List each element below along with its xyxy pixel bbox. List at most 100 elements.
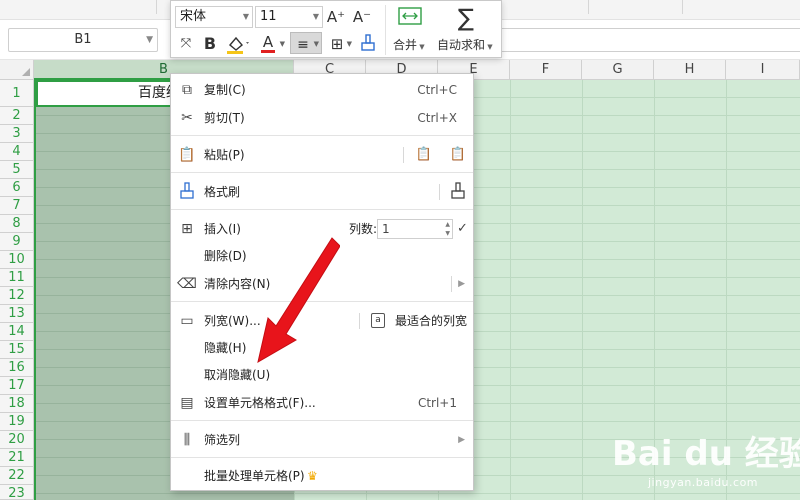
toolbar-separator bbox=[682, 0, 683, 14]
watermark-url: jingyan.baidu.com bbox=[648, 476, 759, 489]
menu-item-format-painter[interactable]: 格式刷 bbox=[171, 179, 473, 205]
brush-icon bbox=[177, 182, 197, 202]
row-header[interactable]: 19 bbox=[0, 413, 34, 431]
font-size-select[interactable]: 11 ▼ bbox=[255, 6, 323, 28]
align-center-icon: ≡ bbox=[297, 37, 309, 53]
menu-separator bbox=[451, 276, 452, 292]
font-name-value: 宋体 bbox=[180, 9, 207, 24]
row-header[interactable]: 1 bbox=[0, 80, 34, 107]
chevron-right-icon: ▶ bbox=[458, 279, 465, 289]
menu-item-column-width[interactable]: ▭ 列宽(W)... a 最适合的列宽 bbox=[171, 308, 473, 334]
bold-button[interactable]: B bbox=[199, 33, 221, 55]
row-header[interactable]: 9 bbox=[0, 233, 34, 251]
row-header[interactable]: 10 bbox=[0, 251, 34, 269]
wrap-cell-button[interactable]: ⤧ bbox=[175, 33, 197, 55]
column-header-i[interactable]: I bbox=[726, 60, 800, 80]
column-count-input[interactable]: 1 ▲ ▼ bbox=[377, 219, 453, 239]
context-menu: ⧉ 复制(C) Ctrl+C ✂ 剪切(T) Ctrl+X 📋 粘贴(P) 📋 … bbox=[170, 73, 474, 491]
row-header[interactable]: 6 bbox=[0, 179, 34, 197]
fill-color-button[interactable] bbox=[223, 33, 253, 55]
menu-item-batch-process[interactable]: 批量处理单元格(P) ♛ bbox=[171, 463, 473, 489]
menu-item-paste[interactable]: 📋 粘贴(P) 📋 📋 bbox=[171, 142, 473, 168]
row-header[interactable]: 18 bbox=[0, 395, 34, 413]
menu-separator bbox=[171, 457, 473, 458]
menu-separator bbox=[171, 172, 473, 173]
menu-item-cut[interactable]: ✂ 剪切(T) Ctrl+X bbox=[171, 105, 473, 131]
format-cells-icon: ▤ bbox=[180, 395, 194, 411]
grow-font-icon: A⁺ bbox=[326, 8, 346, 26]
row-header[interactable]: 22 bbox=[0, 467, 34, 485]
align-button[interactable]: ≡ ▼ bbox=[290, 32, 322, 54]
menu-item-label: 插入(I) bbox=[204, 222, 241, 236]
brush-icon bbox=[361, 34, 375, 51]
menu-separator bbox=[359, 313, 360, 329]
row-header[interactable]: 21 bbox=[0, 449, 34, 467]
menu-item-filter-column[interactable]: ⫼ 筛选列 ▶ bbox=[171, 427, 473, 453]
chevron-down-icon: ▼ bbox=[312, 12, 319, 21]
font-color-swatch bbox=[261, 50, 275, 53]
check-icon[interactable]: ✓ bbox=[457, 216, 468, 242]
row-header[interactable]: 15 bbox=[0, 341, 34, 359]
row-header[interactable]: 12 bbox=[0, 287, 34, 305]
chevron-down-icon: ▼ bbox=[313, 40, 319, 48]
border-button[interactable]: ⊞ ▼ bbox=[326, 33, 354, 55]
row-header[interactable]: 23 bbox=[0, 485, 34, 500]
best-fit-icon[interactable]: a bbox=[371, 313, 385, 328]
menu-item-label: 筛选列 bbox=[204, 433, 241, 447]
row-header[interactable]: 17 bbox=[0, 377, 34, 395]
brush-lock-icon[interactable] bbox=[448, 182, 468, 202]
shortcut-label: Ctrl+X bbox=[417, 111, 457, 125]
row-header[interactable]: 8 bbox=[0, 215, 34, 233]
formula-input[interactable] bbox=[500, 28, 800, 52]
row-header[interactable]: 5 bbox=[0, 161, 34, 179]
column-header-g[interactable]: G bbox=[582, 60, 654, 80]
autosum-button[interactable]: ∑ bbox=[449, 4, 483, 32]
clipboard-icon: 📋 bbox=[178, 147, 196, 163]
menu-item-label: 复制(C) bbox=[204, 83, 246, 97]
paste-values-icon[interactable]: 📋 bbox=[414, 145, 434, 165]
font-name-select[interactable]: 宋体 ▼ bbox=[175, 6, 253, 28]
chevron-down-icon: ▼ bbox=[346, 40, 352, 48]
chevron-down-icon: ▼ bbox=[242, 12, 249, 21]
row-header[interactable]: 2 bbox=[0, 107, 34, 125]
menu-item-copy[interactable]: ⧉ 复制(C) Ctrl+C bbox=[171, 77, 473, 103]
menu-item-hide[interactable]: 隐藏(H) bbox=[171, 335, 473, 361]
chevron-down-icon[interactable]: ▼ bbox=[146, 29, 153, 51]
menu-item-label: 列宽(W)... bbox=[204, 314, 261, 328]
watermark-logo: Bai du 经验 bbox=[612, 434, 800, 474]
row-header[interactable]: 4 bbox=[0, 143, 34, 161]
name-box[interactable]: B1 ▼ bbox=[8, 28, 158, 52]
paste-format-icon[interactable]: 📋 bbox=[448, 145, 468, 165]
merge-label[interactable]: 合并 ▼ bbox=[393, 36, 425, 53]
row-header[interactable]: 16 bbox=[0, 359, 34, 377]
menu-item-label: 批量处理单元格(P) bbox=[204, 469, 305, 483]
format-painter-button[interactable] bbox=[357, 33, 379, 55]
row-header[interactable]: 13 bbox=[0, 305, 34, 323]
row-header[interactable]: 3 bbox=[0, 125, 34, 143]
column-header-h[interactable]: H bbox=[654, 60, 726, 80]
grid-line bbox=[510, 80, 511, 500]
autosum-label[interactable]: 自动求和 ▼ bbox=[437, 36, 493, 53]
merge-button[interactable] bbox=[391, 5, 429, 33]
row-header[interactable]: 7 bbox=[0, 197, 34, 215]
menu-item-format-cells[interactable]: ▤ 设置单元格格式(F)... Ctrl+1 bbox=[171, 390, 473, 416]
row-header[interactable]: 20 bbox=[0, 431, 34, 449]
select-all-corner[interactable] bbox=[0, 60, 34, 80]
menu-item-clear[interactable]: ⌫ 清除内容(N) ▶ bbox=[171, 271, 473, 297]
menu-item-unhide[interactable]: 取消隐藏(U) bbox=[171, 362, 473, 388]
wrap-icon: ⤧ bbox=[180, 36, 192, 51]
shrink-font-button[interactable]: A⁻ bbox=[351, 6, 373, 28]
menu-item-delete[interactable]: 删除(D) bbox=[171, 243, 473, 269]
menu-item-insert[interactable]: ⊞ 插入(I) 列数: 1 ▲ ▼ ✓ bbox=[171, 216, 473, 242]
row-header[interactable]: 14 bbox=[0, 323, 34, 341]
row-header[interactable]: 11 bbox=[0, 269, 34, 287]
spinner-icon[interactable]: ▲ ▼ bbox=[445, 220, 450, 238]
font-color-button[interactable]: A ▼ bbox=[257, 33, 287, 55]
menu-item-label: 设置单元格格式(F)... bbox=[204, 396, 316, 410]
grow-font-button[interactable]: A⁺ bbox=[325, 6, 347, 28]
merge-cells-icon bbox=[398, 7, 422, 25]
menu-item-label: 剪切(T) bbox=[204, 111, 245, 125]
best-fit-label[interactable]: 最适合的列宽 bbox=[395, 308, 467, 334]
column-header-f[interactable]: F bbox=[510, 60, 582, 80]
menu-item-label: 粘贴(P) bbox=[204, 148, 245, 162]
